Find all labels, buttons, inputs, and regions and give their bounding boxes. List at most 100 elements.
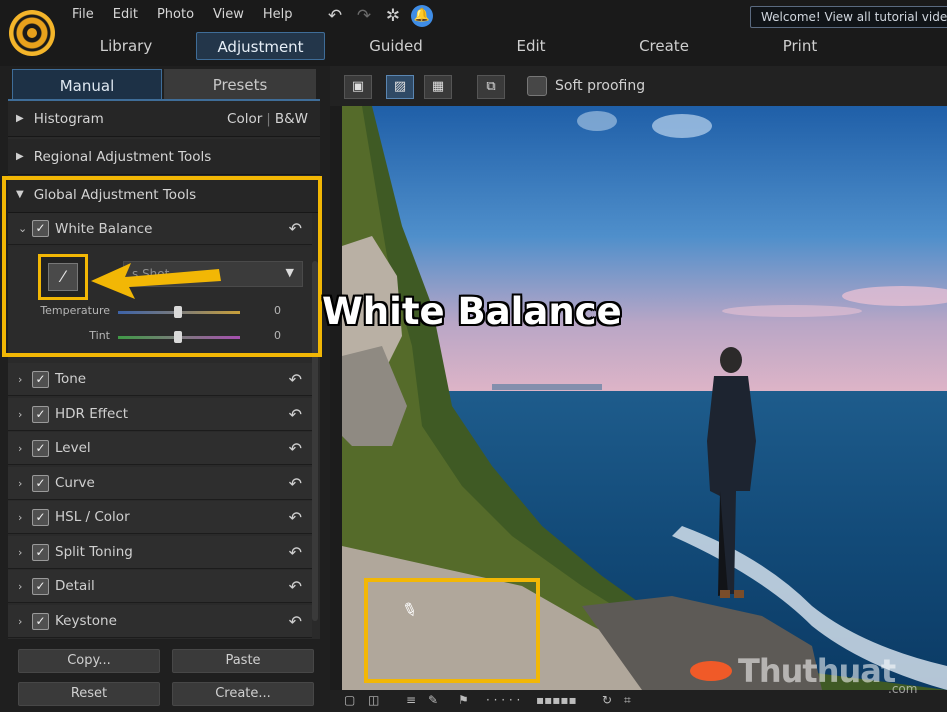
detail-checkbox[interactable]: ✓ (32, 577, 49, 595)
tab-create[interactable]: Create (618, 32, 710, 60)
single-frame-icon[interactable]: ▢ (344, 693, 355, 707)
histogram-color-option[interactable]: Color (227, 111, 262, 127)
welcome-banner[interactable]: Welcome! View all tutorial videos he (750, 6, 947, 28)
tool-keystone[interactable]: › ✓ Keystone ↶ (8, 605, 312, 638)
tool-label: HSL / Color (55, 509, 130, 525)
chevron-right-icon: › (18, 614, 23, 628)
tab-manual[interactable]: Manual (12, 69, 162, 101)
bottom-toolbar: ▢ ◫ ≡ ✎ ⚑ · · · · · ▪▪▪▪▪ ↻ ⌗ (330, 690, 947, 712)
split-toning-checkbox[interactable]: ✓ (32, 543, 49, 561)
view-toolbar: ▣ ▨ ▦ ⧉ Soft proofing (330, 66, 947, 106)
create-button[interactable]: Create... (172, 682, 314, 706)
menu-edit[interactable]: Edit (113, 7, 138, 22)
chevron-right-icon: › (18, 579, 23, 593)
tool-label: Curve (55, 475, 95, 491)
menu-file[interactable]: File (72, 7, 94, 22)
panel-tabs: Manual Presets (12, 69, 316, 101)
tool-tone[interactable]: › ✓ Tone ↶ (8, 363, 312, 396)
top-bar: File Edit Photo View Help ↶ ↷ ✲ 🔔 Welcom… (0, 0, 947, 66)
tab-guided[interactable]: Guided (350, 32, 442, 60)
tab-edit[interactable]: Edit (485, 32, 577, 60)
section-regional-tools[interactable]: ▶ Regional Adjustment Tools (8, 139, 320, 175)
reset-button[interactable]: Reset (18, 682, 160, 706)
watermark-text: Thuthuat (738, 652, 896, 690)
crop-icon[interactable]: ⌗ (624, 693, 631, 708)
expand-arrow-icon: ▶ (16, 113, 24, 124)
reset-arrow-icon[interactable]: ↶ (289, 405, 302, 424)
highlight-box-sample-area (364, 578, 540, 683)
grid-view-icon[interactable]: ▦ (424, 75, 452, 99)
chevron-right-icon: › (18, 476, 23, 490)
tool-level[interactable]: › ✓ Level ↶ (8, 432, 312, 465)
expand-arrow-icon: ▶ (16, 151, 24, 162)
second-display-icon[interactable]: ⧉ (477, 75, 505, 99)
tab-library[interactable]: Library (80, 32, 172, 60)
flag-icon[interactable]: ⚑ (458, 693, 469, 707)
paste-button[interactable]: Paste (172, 649, 314, 673)
tool-label: HDR Effect (55, 406, 129, 422)
undo-icon[interactable]: ↶ (324, 5, 346, 27)
chevron-right-icon: › (18, 545, 23, 559)
tool-hdr-effect[interactable]: › ✓ HDR Effect ↶ (8, 398, 312, 431)
sort-icon[interactable]: ≡ (406, 693, 416, 707)
watermark-suffix: .com (888, 682, 918, 696)
tool-detail[interactable]: › ✓ Detail ↶ (8, 570, 312, 603)
copy-button[interactable]: Copy... (18, 649, 160, 673)
tool-label: Split Toning (55, 544, 133, 560)
tone-checkbox[interactable]: ✓ (32, 370, 49, 388)
reset-arrow-icon[interactable]: ↶ (289, 543, 302, 562)
hsl-checkbox[interactable]: ✓ (32, 508, 49, 526)
soft-proofing-label: Soft proofing (555, 78, 646, 94)
adjustment-panel: Manual Presets ▶ Histogram Color | B&W ▶ R… (0, 66, 330, 712)
histogram-bw-option[interactable]: B&W (275, 111, 308, 127)
reset-arrow-icon[interactable]: ↶ (289, 508, 302, 527)
reset-arrow-icon[interactable]: ↶ (289, 612, 302, 631)
histogram-mode: Color | B&W (227, 110, 308, 127)
compare-view-icon[interactable]: ▣ (344, 75, 372, 99)
level-checkbox[interactable]: ✓ (32, 439, 49, 457)
menu-photo[interactable]: Photo (157, 7, 194, 22)
hdr-checkbox[interactable]: ✓ (32, 405, 49, 423)
tool-label: Level (55, 440, 91, 456)
tool-label: Tone (55, 371, 87, 387)
tool-curve[interactable]: › ✓ Curve ↶ (8, 467, 312, 500)
mode-tabs: Library Adjustment Guided Edit Create Pr… (0, 32, 947, 60)
single-view-icon[interactable]: ▨ (386, 75, 414, 99)
lips-logo-icon (690, 661, 732, 681)
bell-icon[interactable]: 🔔 (411, 5, 433, 27)
reset-arrow-icon[interactable]: ↶ (289, 370, 302, 389)
keystone-checkbox[interactable]: ✓ (32, 612, 49, 630)
reset-arrow-icon[interactable]: ↶ (289, 577, 302, 596)
rating-dots-icon[interactable]: · · · · · (486, 693, 520, 707)
caption-overlay: White Balance (322, 290, 622, 333)
section-histogram[interactable]: ▶ Histogram Color | B&W (8, 101, 320, 137)
curve-checkbox[interactable]: ✓ (32, 474, 49, 492)
tool-split-toning[interactable]: › ✓ Split Toning ↶ (8, 536, 312, 569)
redo-icon[interactable]: ↷ (353, 5, 375, 27)
reset-arrow-icon[interactable]: ↶ (289, 439, 302, 458)
menu-help[interactable]: Help (263, 7, 293, 22)
chevron-right-icon: › (18, 372, 23, 386)
brush-icon[interactable]: ✎ (428, 693, 438, 707)
chevron-right-icon: › (18, 510, 23, 524)
watermark: Thuthuat .com (690, 652, 917, 696)
tool-hsl-color[interactable]: › ✓ HSL / Color ↶ (8, 501, 312, 534)
chevron-right-icon: › (18, 441, 23, 455)
gear-icon[interactable]: ✲ (382, 5, 404, 27)
color-labels-icon[interactable]: ▪▪▪▪▪ (536, 693, 577, 707)
section-histogram-label: Histogram (33, 110, 104, 127)
reset-arrow-icon[interactable]: ↶ (289, 474, 302, 493)
split-frame-icon[interactable]: ◫ (368, 693, 379, 707)
tab-adjustment[interactable]: Adjustment (196, 32, 325, 60)
tab-presets[interactable]: Presets (164, 69, 316, 101)
soft-proofing-checkbox[interactable] (527, 76, 547, 96)
menu-view[interactable]: View (213, 7, 244, 22)
quick-tools: ↶ ↷ ✲ 🔔 (324, 5, 433, 27)
pointer-arrow-icon (91, 263, 221, 299)
tool-label: Keystone (55, 613, 117, 629)
tool-label: Detail (55, 578, 95, 594)
chevron-right-icon: › (18, 407, 23, 421)
tab-print[interactable]: Print (754, 32, 846, 60)
rotate-icon[interactable]: ↻ (602, 693, 612, 707)
section-regional-label: Regional Adjustment Tools (33, 148, 212, 165)
